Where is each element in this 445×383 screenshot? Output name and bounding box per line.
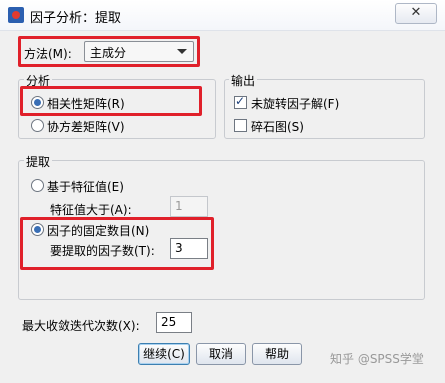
window-title: 因子分析：提取 (30, 11, 122, 26)
title-bar: 因子分析：提取 ✕ (0, 0, 445, 31)
fixed-factors-radio[interactable] (31, 223, 44, 236)
correlation-matrix-label[interactable]: 相关性矩阵(R) (47, 95, 125, 112)
max-iterations-label: 最大收敛迭代次数(X): (22, 319, 140, 333)
factors-to-extract-value: 3 (175, 241, 183, 255)
fixed-factors-label[interactable]: 因子的固定数目(N) (47, 222, 149, 239)
max-iterations-value: 25 (161, 315, 177, 329)
eigenvalue-greater-label: 特征值大于(A): (50, 203, 132, 217)
watermark-text: 知乎 @SPSS学堂 (330, 352, 424, 366)
unrotated-solution-checkbox[interactable] (234, 94, 247, 109)
factors-to-extract-input[interactable]: 3 (170, 238, 208, 259)
help-button[interactable]: 帮助 (252, 343, 302, 365)
covariance-matrix-radio[interactable] (31, 119, 44, 132)
factors-to-extract-label: 要提取的因子数(T): (50, 244, 155, 258)
max-iterations-input[interactable]: 25 (156, 312, 192, 333)
chevron-down-icon[interactable] (177, 49, 187, 54)
covariance-matrix-label[interactable]: 协方差矩阵(V) (47, 118, 125, 135)
correlation-matrix-radio[interactable] (31, 96, 44, 109)
spss-app-icon (8, 7, 24, 23)
method-value: 主成分 (90, 46, 127, 60)
close-button[interactable]: ✕ (395, 3, 437, 24)
method-dropdown[interactable]: 主成分 (84, 41, 194, 62)
analyze-legend: 分析 (24, 72, 53, 89)
eigenvalue-input[interactable]: 1 (170, 196, 208, 217)
unrotated-solution-label[interactable]: 未旋转因子解(F) (251, 95, 339, 112)
method-label: 方法(M): (24, 47, 72, 61)
eigenvalue-value: 1 (175, 199, 183, 213)
eigenvalue-radio[interactable] (31, 179, 44, 192)
scree-plot-checkbox[interactable] (234, 119, 247, 132)
continue-button[interactable]: 继续(C) (138, 343, 190, 365)
output-legend: 输出 (229, 72, 258, 89)
cancel-button[interactable]: 取消 (196, 343, 246, 365)
eigenvalue-label[interactable]: 基于特征值(E) (47, 178, 124, 195)
extract-legend: 提取 (24, 153, 53, 170)
scree-plot-label[interactable]: 碎石图(S) (251, 118, 304, 135)
